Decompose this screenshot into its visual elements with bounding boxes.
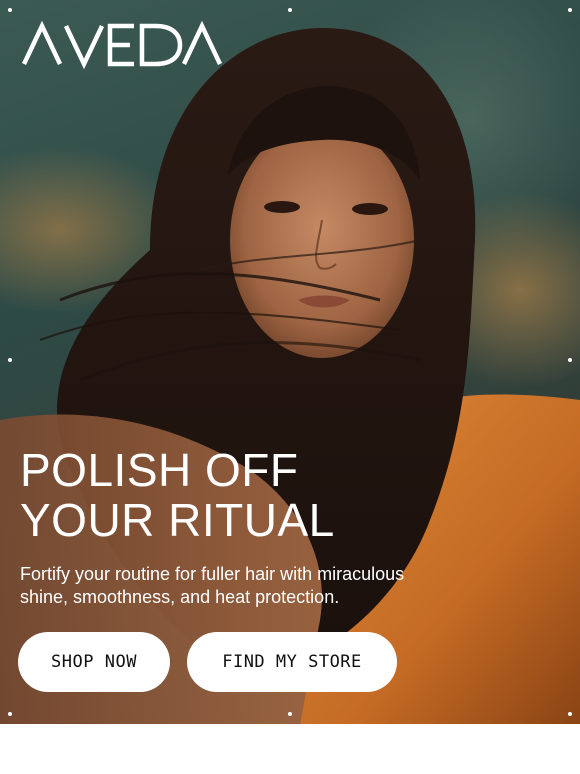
headline: POLISH OFF YOUR RITUAL [20,445,420,545]
find-my-store-button[interactable]: FIND MY STORE [187,632,397,692]
marker-dot [288,8,292,12]
headline-line-2: YOUR RITUAL [20,494,335,546]
marker-dot [568,8,572,12]
shop-now-label: SHOP NOW [51,652,137,672]
find-my-store-label: FIND MY STORE [222,652,362,672]
subheadline-line-1: Fortify your routine for fuller hair wit… [20,564,405,584]
marker-dot [568,358,572,362]
marker-dot [8,8,12,12]
shop-now-button[interactable]: SHOP NOW [18,632,170,692]
marker-dot [8,712,12,716]
marker-dot [8,358,12,362]
hero-photo [0,27,580,724]
subheadline: Fortify your routine for fuller hair wit… [20,563,540,609]
hero-banner[interactable]: POLISH OFF YOUR RITUAL Fortify your rout… [0,0,580,724]
subheadline-line-2: shine, smoothness, and heat protection. [20,587,340,607]
aveda-logo[interactable] [22,20,222,72]
marker-dot [568,712,572,716]
headline-line-1: POLISH OFF [20,444,299,496]
marker-dot [288,712,292,716]
